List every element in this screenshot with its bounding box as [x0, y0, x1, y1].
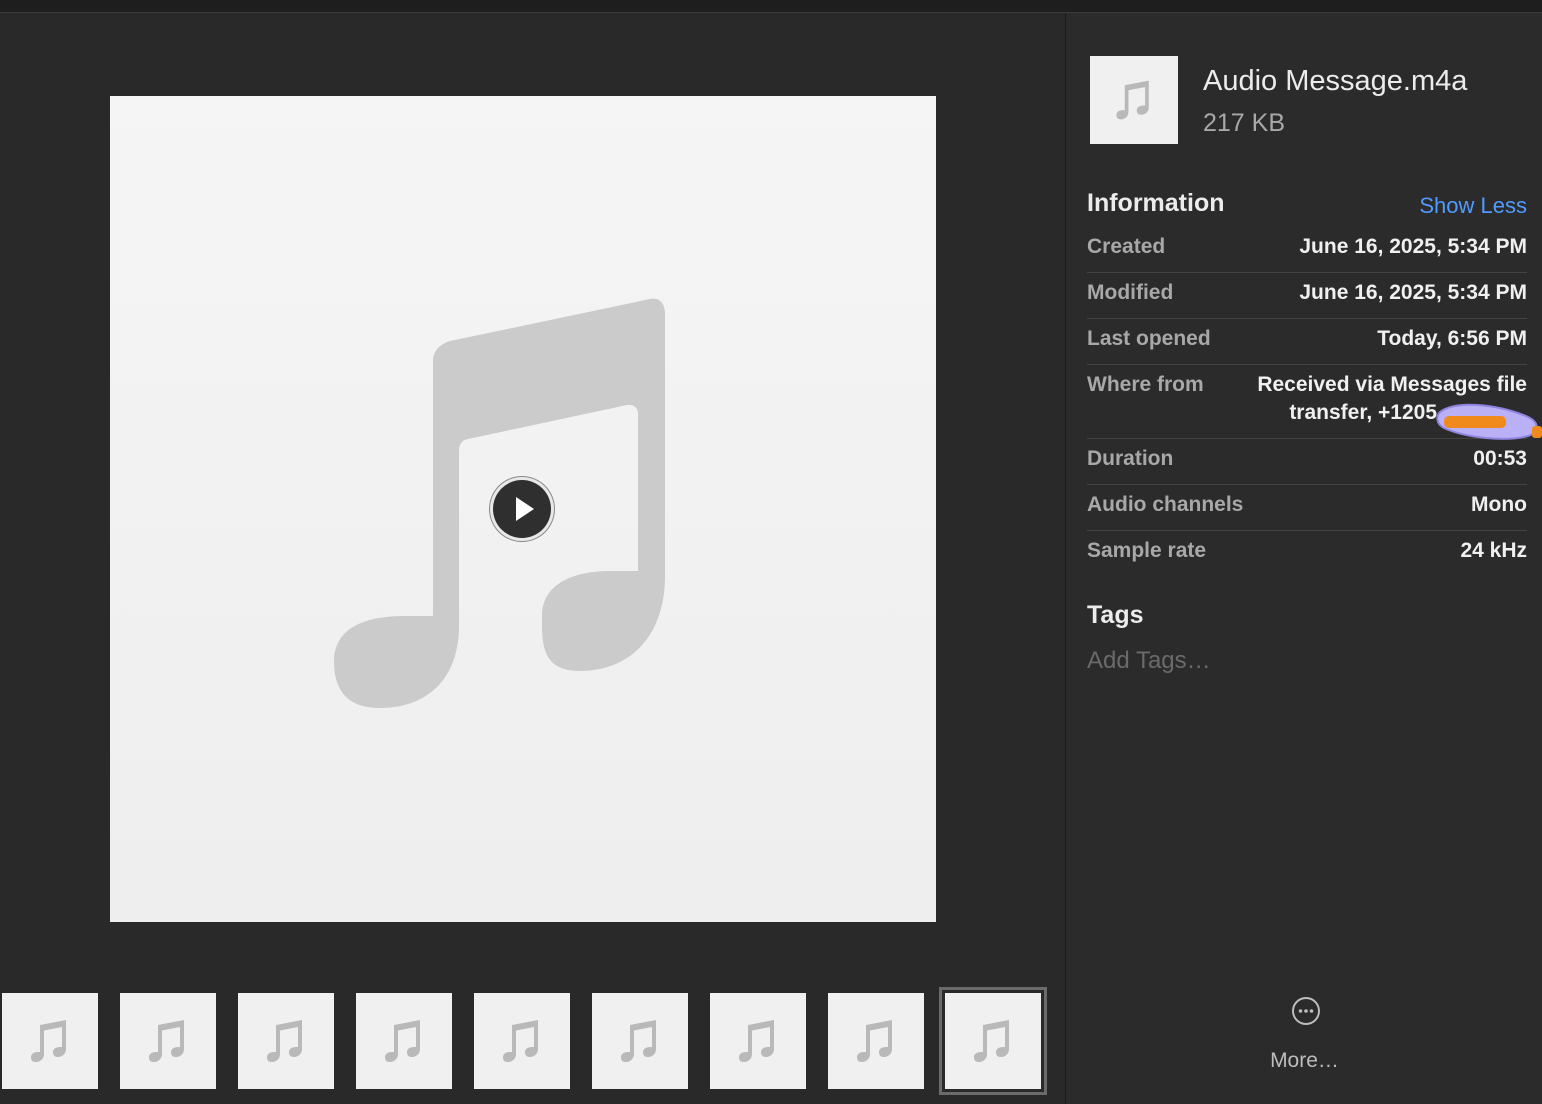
music-note-icon [385, 1020, 420, 1062]
thumbnail-strip [0, 991, 1064, 1091]
info-value: June 16, 2025, 5:34 PM [1299, 235, 1527, 258]
info-row-last-opened: Last opened Today, 6:56 PM [1087, 327, 1527, 365]
info-panel: Audio Message.m4a 217 KB Information Sho… [1065, 13, 1542, 1104]
info-value: June 16, 2025, 5:34 PM [1299, 281, 1527, 304]
music-note-icon [149, 1020, 184, 1062]
thumbnail-item[interactable] [120, 993, 216, 1089]
thumbnail-item[interactable] [2, 993, 98, 1089]
music-note-icon [1116, 80, 1149, 120]
play-button[interactable] [493, 480, 551, 538]
info-value: transfer, +1205 [1289, 401, 1437, 424]
thumbnail-item[interactable] [474, 993, 570, 1089]
redaction-mark [1436, 403, 1542, 440]
tags-heading: Tags [1087, 601, 1144, 629]
info-label: Audio channels [1087, 493, 1244, 516]
info-label: Modified [1087, 281, 1174, 304]
info-label: Duration [1087, 447, 1174, 470]
music-note-icon [503, 1020, 538, 1062]
file-name: Audio Message.m4a [1203, 65, 1468, 97]
info-row-sample-rate: Sample rate 24 kHz [1087, 539, 1527, 576]
preview-area [0, 13, 1064, 1104]
info-label: Where from [1087, 373, 1204, 396]
title-bar [0, 0, 1542, 13]
information-heading: Information [1087, 189, 1225, 217]
album-artwork [110, 96, 936, 922]
music-note-icon [31, 1020, 66, 1062]
info-label: Created [1087, 235, 1166, 258]
add-tags-field[interactable]: Add Tags… [1087, 647, 1211, 675]
info-row-duration: Duration 00:53 [1087, 447, 1527, 485]
thumbnail-item[interactable] [828, 993, 924, 1089]
info-value: Received via Messages file [1257, 373, 1527, 396]
thumbnail-item[interactable] [710, 993, 806, 1089]
file-icon [1090, 56, 1178, 144]
info-value: 00:53 [1473, 447, 1527, 470]
thumbnail-item[interactable] [592, 993, 688, 1089]
info-row-audio-channels: Audio channels Mono [1087, 493, 1527, 531]
ellipsis-circle-icon[interactable] [1291, 996, 1321, 1026]
info-value: Today, 6:56 PM [1377, 327, 1527, 350]
music-note-icon [974, 1020, 1009, 1062]
info-row-created: Created June 16, 2025, 5:34 PM [1087, 235, 1527, 273]
info-value: Mono [1471, 493, 1527, 516]
show-less-button[interactable]: Show Less [1419, 193, 1527, 219]
file-size: 217 KB [1203, 109, 1286, 137]
music-note-icon [739, 1020, 774, 1062]
play-icon [516, 497, 534, 521]
music-note-icon [857, 1020, 892, 1062]
music-note-icon [267, 1020, 302, 1062]
thumbnail-item-selected[interactable] [945, 993, 1041, 1089]
thumbnail-item[interactable] [238, 993, 334, 1089]
info-label: Last opened [1087, 327, 1211, 350]
info-value: 24 kHz [1460, 539, 1527, 562]
quick-look-window: Audio Message.m4a 217 KB Information Sho… [0, 0, 1542, 1104]
music-note-icon [621, 1020, 656, 1062]
more-button[interactable]: More… [1066, 1049, 1542, 1073]
info-row-modified: Modified June 16, 2025, 5:34 PM [1087, 281, 1527, 319]
thumbnail-item[interactable] [356, 993, 452, 1089]
info-label: Sample rate [1087, 539, 1207, 562]
